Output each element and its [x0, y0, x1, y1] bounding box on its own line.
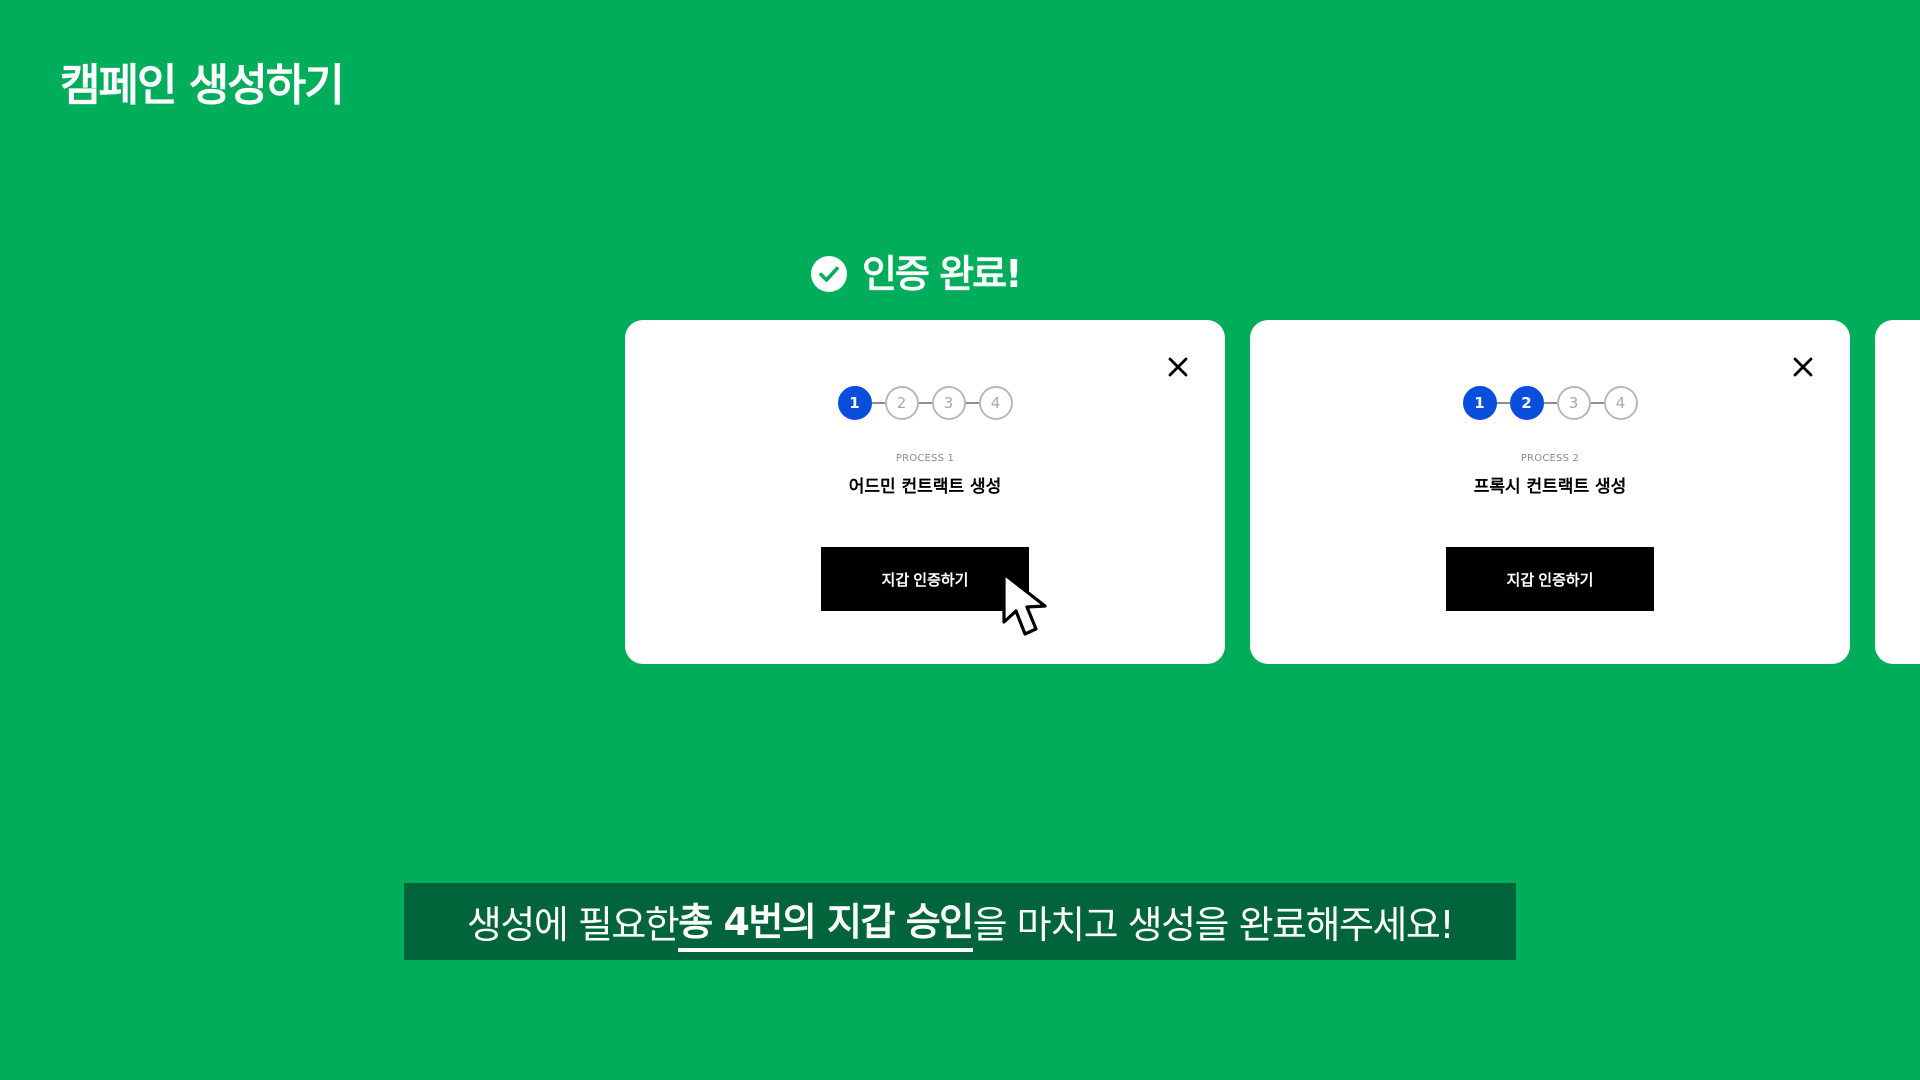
- process-stepper: 1 2 3 4: [1250, 386, 1850, 420]
- process-name: 프록시 컨트랙트 생성: [1473, 477, 1627, 497]
- step-1: 1: [1462, 386, 1497, 420]
- process-name: 어드민 컨트랙트 생성: [848, 477, 1002, 497]
- caption-emphasis: 총 4번의 지갑 승인: [678, 891, 974, 952]
- step-2: 2: [884, 386, 919, 420]
- wallet-auth-button[interactable]: 지갑 인증하기: [1446, 547, 1654, 611]
- step-connector: [1590, 402, 1604, 404]
- process-card-3: [1875, 320, 1920, 664]
- caption-suffix: 을 마치고 생성을 완료해주세요!: [972, 903, 1455, 947]
- auth-status-text: 인증 완료!: [862, 252, 1022, 296]
- caption-prefix: 생성에 필요한: [466, 903, 680, 947]
- wallet-auth-button[interactable]: 지갑 인증하기: [821, 547, 1029, 611]
- step-4: 4: [978, 386, 1013, 420]
- step-connector: [1496, 402, 1510, 404]
- step-3: 3: [1556, 386, 1591, 420]
- page-title: 캠페인 생성하기: [60, 60, 345, 111]
- process-card-2: 1 2 3 4 PROCESS 2 프록시 컨트랙트 생성 지갑 인증하기: [1250, 320, 1850, 664]
- step-1: 1: [837, 386, 872, 420]
- step-connector: [918, 402, 932, 404]
- close-icon[interactable]: [1792, 356, 1814, 378]
- step-connector: [871, 402, 885, 404]
- process-label: PROCESS 1: [895, 453, 955, 464]
- process-label: PROCESS 2: [1520, 453, 1580, 464]
- caption: 생성에 필요한 총 4번의 지갑 승인 을 마치고 생성을 완료해주세요!: [404, 883, 1516, 960]
- page: 캠페인 생성하기 인증 완료! 1 2 3 4 PROCESS 1 어드민 컨트…: [0, 0, 1920, 1080]
- process-card-1: 1 2 3 4 PROCESS 1 어드민 컨트랙트 생성 지갑 인증하기: [625, 320, 1225, 664]
- step-connector: [965, 402, 979, 404]
- step-connector: [1543, 402, 1557, 404]
- check-circle-icon: [811, 256, 847, 292]
- process-stepper: 1 2 3 4: [625, 386, 1225, 420]
- auth-status: 인증 완료!: [810, 250, 1022, 298]
- step-2: 2: [1509, 386, 1544, 420]
- close-icon[interactable]: [1167, 356, 1189, 378]
- step-4: 4: [1603, 386, 1638, 420]
- step-3: 3: [931, 386, 966, 420]
